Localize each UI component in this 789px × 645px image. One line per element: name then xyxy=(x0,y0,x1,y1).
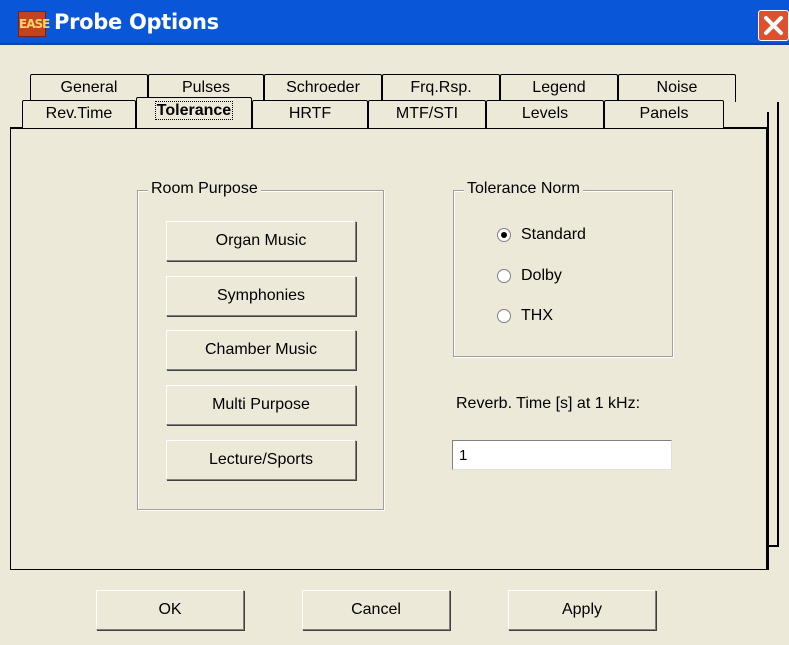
tab-label: Noise xyxy=(656,79,698,96)
chamber-music-button[interactable]: Chamber Music xyxy=(166,330,356,370)
app-icon: EASE xyxy=(18,11,50,37)
room-purpose-legend: Room Purpose xyxy=(148,180,261,198)
ok-button[interactable]: OK xyxy=(96,590,244,630)
tab-panels[interactable]: Panels xyxy=(604,100,724,128)
radio-button-selected[interactable] xyxy=(497,228,511,242)
reverb-time-input[interactable] xyxy=(452,440,672,470)
panel-shadow-line xyxy=(767,112,769,570)
radio-button[interactable] xyxy=(497,309,511,323)
tab-label: General xyxy=(60,79,118,96)
tab-label: Rev.Time xyxy=(45,105,113,122)
tolerance-norm-group: Tolerance Norm xyxy=(453,180,673,357)
reverb-time-label: Reverb. Time [s] at 1 kHz: xyxy=(456,395,641,412)
symphonies-button[interactable]: Symphonies xyxy=(166,276,356,316)
close-icon xyxy=(764,16,783,35)
title-bar[interactable]: EASE Probe Options xyxy=(0,0,789,45)
tab-rev-time[interactable]: Rev.Time xyxy=(22,100,136,128)
tab-frq-rsp[interactable]: Frq.Rsp. xyxy=(382,74,500,102)
tab-hrtf[interactable]: HRTF xyxy=(252,100,368,128)
tab-label: Pulses xyxy=(181,79,231,96)
tab-label: Schroeder xyxy=(286,79,360,96)
tolerance-norm-legend: Tolerance Norm xyxy=(464,180,583,198)
close-button[interactable] xyxy=(758,10,789,41)
tab-label: Frq.Rsp. xyxy=(410,79,472,96)
window-title: Probe Options xyxy=(54,10,219,34)
panel-shadow-line xyxy=(777,102,779,547)
tab-label: Tolerance xyxy=(154,101,234,120)
radio-label: Dolby xyxy=(521,267,562,284)
multi-purpose-button[interactable]: Multi Purpose xyxy=(166,385,356,425)
tab-label: MTF/STI xyxy=(395,105,459,122)
tab-legend[interactable]: Legend xyxy=(500,74,618,102)
tab-label: Panels xyxy=(639,105,689,122)
radio-label: THX xyxy=(521,307,553,324)
tab-label: Levels xyxy=(521,105,569,122)
tab-tolerance[interactable]: Tolerance xyxy=(136,97,252,128)
tab-mtf-sti[interactable]: MTF/STI xyxy=(368,100,486,128)
apply-button[interactable]: Apply xyxy=(508,590,656,630)
tab-noise[interactable]: Noise xyxy=(618,74,736,102)
radio-button[interactable] xyxy=(497,269,511,283)
cancel-button[interactable]: Cancel xyxy=(302,590,450,630)
tab-general[interactable]: General xyxy=(30,74,148,102)
radio-label: Standard xyxy=(521,226,586,243)
tab-levels[interactable]: Levels xyxy=(486,100,604,128)
tab-schroeder[interactable]: Schroeder xyxy=(264,74,382,102)
tab-label: HRTF xyxy=(288,105,332,122)
lecture-sports-button[interactable]: Lecture/Sports xyxy=(166,440,356,480)
organ-music-button[interactable]: Organ Music xyxy=(166,221,356,261)
tab-label: Legend xyxy=(532,79,586,96)
